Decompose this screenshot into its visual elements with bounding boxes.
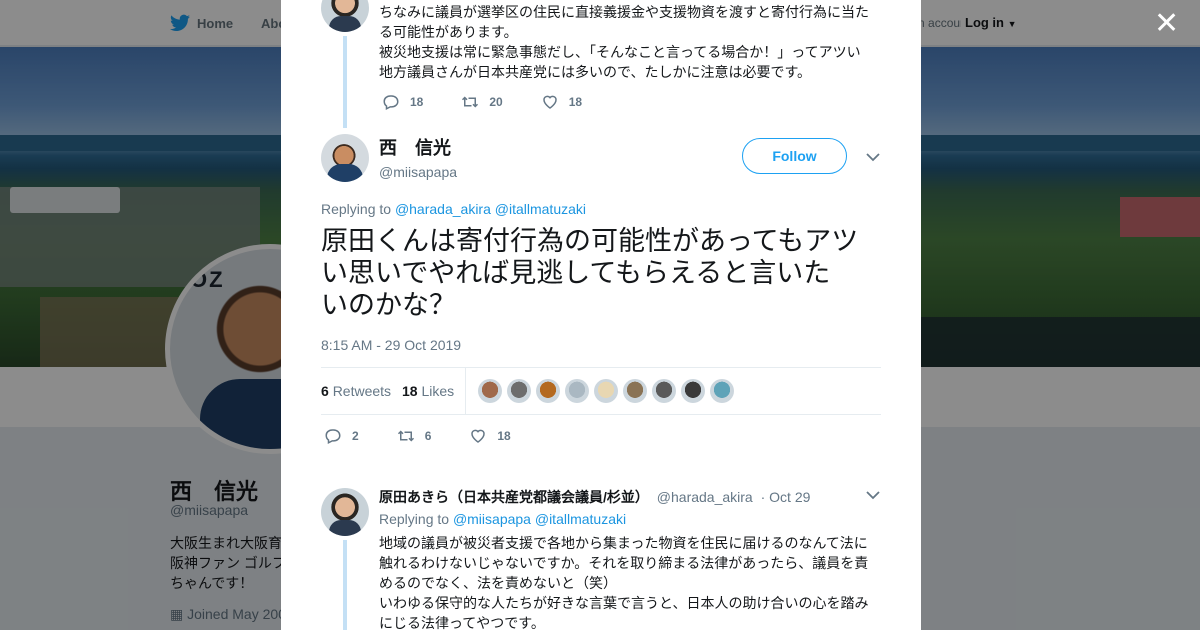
mention-link[interactable]: @itallmatuzaki [535,511,626,527]
tweet-text-line: 地方議員さんが日本共産党には多いので、たしかに注意は必要です。 [379,64,812,80]
tweet-permalink-modal: ちなみに議員が選挙区の住民に直接義援金や支援物資を渡すと寄付行為に当た る可能性… [281,0,921,630]
author-handle[interactable]: @miisapapa [379,164,457,180]
tweet-text-line: にじる法律ってやつです。 [379,615,545,630]
retweet-icon [462,96,479,108]
like-count: 18 [568,95,583,109]
reply-icon [383,95,399,110]
liker-avatar[interactable] [710,379,734,403]
tweet-actions: 2 6 18 [324,427,549,445]
reply-count: 18 [410,95,424,109]
reply-author-avatar[interactable] [321,488,369,536]
reply-author-name[interactable]: 原田あきら（日本共産党都議会議員/杉並） [379,489,649,505]
close-icon[interactable]: ✕ [1154,9,1179,39]
retweets-stat[interactable]: 6 Retweets [321,383,391,399]
tweet-text-line: 触れるわけないじゃないですか。それを取り締まる法律があったら、議員を責 [379,555,869,571]
liker-avatar[interactable] [681,379,705,403]
retweets-stat-count: 6 [321,383,329,399]
liker-avatars [478,379,739,403]
liker-avatar[interactable] [536,379,560,403]
tweet-text-line: いのかな？ [321,290,456,320]
author-avatar[interactable] [321,134,369,182]
thread-connector-line [343,36,347,128]
tweet-text-line: 被災地支援は常に緊急事態だし、「そんなこと言ってる場合か！」ってアツい [379,44,861,60]
heart-icon [542,95,557,109]
reply-count: 2 [352,429,359,443]
chevron-down-icon[interactable] [866,152,880,162]
tweet-stats: 6 Retweets 18 Likes [321,367,881,415]
liker-avatar[interactable] [652,379,676,403]
likes-stat-count: 18 [402,383,418,399]
retweets-stat-label: Retweets [332,383,392,399]
mention-link[interactable]: @harada_akira [395,201,491,217]
tweet-text-line: 原田くんは寄付行為の可能性があってもアツ [321,226,859,256]
replying-to-label: Replying to [321,201,392,217]
tweet-timestamp[interactable]: 8:15 AM - 29 Oct 2019 [321,337,461,353]
retweet-button[interactable]: 20 [461,93,503,111]
likes-stat-label: Likes [421,383,455,399]
liker-avatar[interactable] [478,379,502,403]
liker-avatar[interactable] [623,379,647,403]
author-name[interactable]: 西 信光 [379,134,457,160]
retweet-icon [397,430,414,442]
like-button[interactable]: 18 [469,427,511,445]
like-button[interactable]: 18 [541,93,582,111]
retweet-count: 6 [424,429,432,443]
tweet-text-line: いわゆる保守的な人たちが好きな言葉で言うと、日本人の助け合いの心を踏み [379,595,869,611]
mention-link[interactable]: @itallmatuzaki [495,201,586,217]
reply-date[interactable]: Oct 29 [769,489,810,505]
reply-button[interactable]: 2 [324,427,359,445]
mention-link[interactable]: @miisapapa [453,511,531,527]
stats-divider [465,368,466,414]
tweet-text-line: ちなみに議員が選挙区の住民に直接義援金や支援物資を渡すと寄付行為に当た [379,4,869,20]
reply-button[interactable]: 18 [382,93,423,111]
thread-connector-line [343,540,347,630]
retweet-button[interactable]: 6 [397,427,432,445]
reply-icon [325,429,341,444]
liker-avatar[interactable] [507,379,531,403]
like-count: 18 [497,429,511,443]
replying-to: Replying to @harada_akira @itallmatuzaki [321,201,586,217]
reply-tweet-text: 地域の議員が被災者支援で各地から集まった物資を住民に届けるのなんて法に 触れるわ… [379,533,879,630]
reply-tweet-header: 原田あきら（日本共産党都議会議員/杉並） @harada_akira · Oct… [379,487,810,507]
chevron-down-icon[interactable] [866,490,880,500]
tweet-text-line: めるのでなく、法を責めないと（笑） [379,575,617,591]
liker-avatar[interactable] [594,379,618,403]
reply-author-handle[interactable]: @harada_akira [657,489,753,505]
liker-avatar[interactable] [565,379,589,403]
tweet-text-line: る可能性があります。 [379,24,518,40]
tweet-text-line: 地域の議員が被災者支援で各地から集まった物資を住民に届けるのなんて法に [379,535,868,551]
previous-tweet-actions: 18 20 18 [382,93,620,111]
likes-stat[interactable]: 18 Likes [402,383,454,399]
previous-tweet-text: ちなみに議員が選挙区の住民に直接義援金や支援物資を渡すと寄付行為に当た る可能性… [379,2,879,82]
retweet-count: 20 [489,95,503,109]
heart-icon [471,429,486,443]
previous-tweet-avatar[interactable] [321,0,369,32]
reply-replying-to: Replying to @miisapapa @itallmatuzaki [379,511,626,527]
tweet-author[interactable]: 西 信光 @miisapapa [379,134,457,180]
reply-separator: · [760,489,766,505]
follow-button[interactable]: Follow [742,138,847,174]
replying-to-label: Replying to [379,511,450,527]
tweet-text: 原田くんは寄付行為の可能性があってもアツ い思いでやれば見逃してもらえると言いた… [321,225,886,321]
tweet-text-line: い思いでやれば見逃してもらえると言いた [321,258,831,288]
